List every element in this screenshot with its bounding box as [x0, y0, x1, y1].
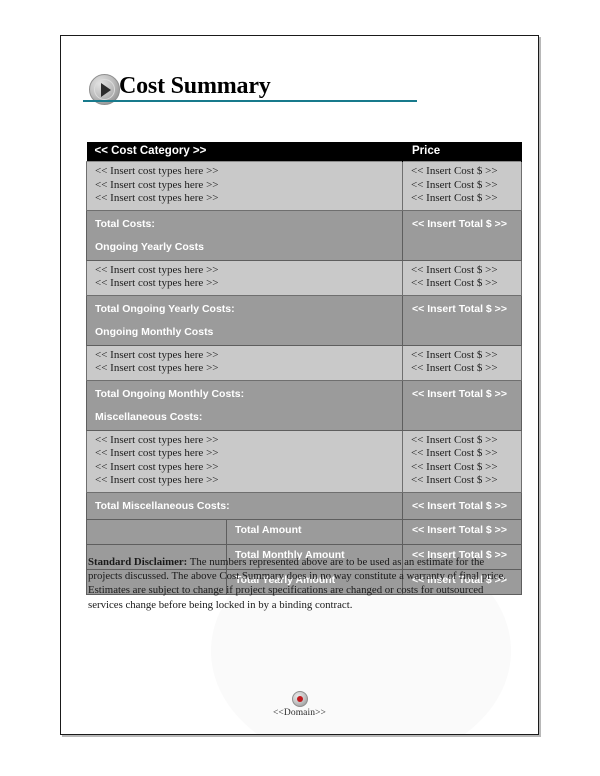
cost-types-cell-monthly[interactable]: << Insert cost types here >> << Insert c… — [85, 344, 404, 381]
cost-amounts-cell-yearly[interactable]: << Insert Cost $ >> << Insert Cost $ >> — [402, 259, 523, 296]
cost-type-line: << Insert cost types here >> — [95, 447, 219, 459]
total-value-cell-yearly[interactable]: << Insert Total $ >> — [402, 294, 523, 346]
column-header-price: Price — [402, 142, 523, 162]
standard-disclaimer: Standard Disclaimer: The numbers represe… — [88, 555, 512, 612]
total-value-cell-monthly[interactable]: << Insert Total $ >> — [402, 379, 523, 431]
cost-type-line: << Insert cost types here >> — [95, 263, 219, 276]
summary-label-total-amount: Total Amount — [225, 518, 404, 545]
cost-type-line: << Insert cost types here >> — [95, 277, 219, 289]
cost-type-line: << Insert cost types here >> — [95, 192, 219, 204]
summary-blank-cell — [86, 518, 227, 545]
table-row: << Insert cost types here >> << Insert c… — [85, 429, 523, 493]
page-footer: <<Domain>> — [61, 691, 538, 718]
cost-amounts-cell-monthly[interactable]: << Insert Cost $ >> << Insert Cost $ >> — [402, 344, 523, 381]
cost-amount-line: << Insert Cost $ >> — [411, 348, 498, 361]
page-title: Cost Summary — [119, 73, 271, 99]
total-label: Total Miscellaneous Costs: — [95, 499, 230, 512]
cost-amount-line: << Insert Cost $ >> — [411, 460, 498, 473]
section-heading-miscellaneous: Miscellaneous Costs: — [95, 410, 203, 423]
total-value-cell-misc[interactable]: << Insert Total $ >> — [402, 491, 523, 520]
cost-types-cell-misc[interactable]: << Insert cost types here >> << Insert c… — [85, 429, 404, 493]
summary-row-total-amount: Total Amount << Insert Total $ >> — [86, 518, 523, 545]
cost-amount-line: << Insert Cost $ >> — [411, 192, 498, 204]
cost-type-line: << Insert cost types here >> — [95, 362, 219, 374]
page-title-block: Cost Summary — [89, 73, 449, 113]
column-header-cost-category: << Cost Category >> — [86, 142, 404, 162]
table-total-row: Total Ongoing Yearly Costs: Ongoing Mont… — [85, 294, 523, 346]
cost-amount-line: << Insert Cost $ >> — [411, 277, 498, 289]
total-label-cell-misc: Total Miscellaneous Costs: — [85, 491, 404, 520]
cost-type-line: << Insert cost types here >> — [95, 348, 219, 361]
table-header-row: << Cost Category >> Price — [86, 142, 523, 162]
cost-amount-line: << Insert Cost $ >> — [411, 263, 498, 276]
footer-domain-text: <<Domain>> — [272, 708, 327, 718]
cost-types-cell-yearly[interactable]: << Insert cost types here >> << Insert c… — [85, 259, 404, 296]
cost-amount-line: << Insert Cost $ >> — [411, 433, 498, 446]
section-heading-ongoing-monthly: Ongoing Monthly Costs — [95, 325, 214, 338]
total-label-cell-yearly: Total Ongoing Yearly Costs: Ongoing Mont… — [85, 294, 404, 346]
table-total-row: Total Costs: Ongoing Yearly Costs << Ins… — [85, 209, 523, 261]
cost-amount-line: << Insert Cost $ >> — [411, 362, 498, 374]
cost-types-cell-initial[interactable]: << Insert cost types here >> << Insert c… — [85, 161, 404, 211]
total-label-cell-monthly: Total Ongoing Monthly Costs: Miscellaneo… — [85, 379, 404, 431]
cost-type-line: << Insert cost types here >> — [95, 433, 219, 446]
total-label: Total Ongoing Yearly Costs: — [95, 302, 235, 315]
cost-amounts-cell-misc[interactable]: << Insert Cost $ >> << Insert Cost $ >> … — [402, 429, 523, 493]
table-total-row: Total Ongoing Monthly Costs: Miscellaneo… — [85, 379, 523, 431]
total-label: Total Costs: — [95, 217, 155, 230]
table-row: << Insert cost types here >> << Insert c… — [85, 344, 523, 381]
summary-value-total-amount[interactable]: << Insert Total $ >> — [402, 518, 523, 545]
cost-amount-line: << Insert Cost $ >> — [411, 165, 498, 177]
cost-type-line: << Insert cost types here >> — [95, 165, 219, 177]
table-total-row: Total Miscellaneous Costs: << Insert Tot… — [85, 491, 523, 520]
total-value-cell-initial[interactable]: << Insert Total $ >> — [402, 209, 523, 261]
table-row: << Insert cost types here >> << Insert c… — [85, 161, 523, 211]
section-heading-ongoing-yearly: Ongoing Yearly Costs — [95, 240, 204, 253]
dot-circle-icon — [291, 691, 308, 707]
cost-type-line: << Insert cost types here >> — [95, 460, 219, 473]
cost-amount-line: << Insert Cost $ >> — [411, 178, 498, 191]
title-underline-rule — [83, 100, 417, 102]
table-row: << Insert cost types here >> << Insert c… — [85, 259, 523, 296]
total-label-cell-initial: Total Costs: Ongoing Yearly Costs — [85, 209, 404, 261]
cost-amount-line: << Insert Cost $ >> — [411, 447, 498, 459]
cost-type-line: << Insert cost types here >> — [95, 178, 219, 191]
total-label: Total Ongoing Monthly Costs: — [95, 387, 245, 400]
cost-amounts-cell-initial[interactable]: << Insert Cost $ >> << Insert Cost $ >> … — [402, 161, 523, 211]
play-circle-icon-ring — [94, 79, 115, 100]
cost-type-line: << Insert cost types here >> — [95, 474, 219, 486]
document-page: Cost Summary << Cost Category >> Price <… — [60, 35, 539, 735]
cost-summary-table: << Cost Category >> Price << Insert cost… — [85, 142, 523, 595]
disclaimer-label: Standard Disclaimer: — [88, 556, 188, 568]
cost-amount-line: << Insert Cost $ >> — [411, 474, 498, 486]
